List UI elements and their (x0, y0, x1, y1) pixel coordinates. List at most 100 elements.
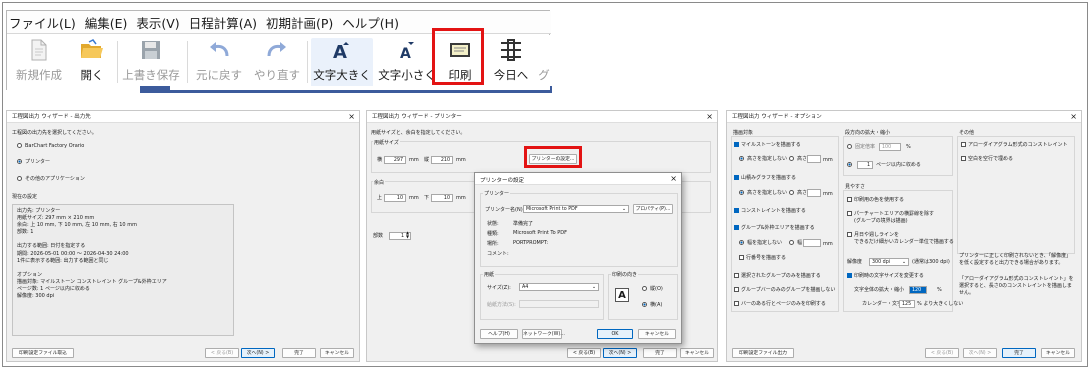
close-icon[interactable]: × (1070, 112, 1077, 123)
size-select[interactable]: A4 ⌄ (519, 283, 599, 291)
menu-view[interactable]: 表示(V) (136, 13, 179, 32)
bars-pages-checkbox[interactable]: バーのある行とページのみを印刷する (734, 301, 826, 308)
menu-help[interactable]: ヘルプ(H) (342, 13, 399, 32)
print-colors-checkbox[interactable]: 印刷用の色を使用する (847, 197, 904, 204)
current-settings-text: 出力先: プリンター 用紙サイズ: 297 mm × 210 mm 余白: 上 10… (17, 208, 167, 300)
back-button[interactable]: < 戻る(B) (205, 348, 239, 358)
calendar-text-note: % より大きくしない (917, 301, 964, 307)
printer-settings-dialog: プリンターの設定 × プリンター プリンター名(N): Microsoft Pr… (474, 172, 682, 344)
cancel-button[interactable]: キャンセル (1041, 348, 1075, 358)
cancel-button[interactable]: キャンセル (638, 329, 676, 339)
current-settings-line: 解像度: 300 dpi (17, 293, 55, 300)
blank-rows-checkbox[interactable]: 空白を空行で埋める (961, 156, 1013, 163)
font-larger-button[interactable]: A 文字大きく (311, 38, 373, 88)
today-icon (501, 39, 521, 61)
close-icon[interactable]: × (348, 112, 355, 123)
margin-top-input[interactable]: 10 (384, 194, 406, 202)
menu-schedule[interactable]: 日程計算(A) (189, 13, 257, 32)
row-number-checkbox[interactable]: 行番号を描画する (739, 255, 786, 262)
constraint-label: コンストレイントを描画する (741, 208, 806, 214)
milestone-height[interactable]: 高さ (789, 156, 807, 163)
cancel-button[interactable]: キャンセル (320, 348, 354, 358)
finish-button[interactable]: 完了 (282, 348, 316, 358)
portrait-option[interactable]: 縦(O) (642, 285, 663, 292)
checkbox-icon (734, 273, 739, 278)
finish-button[interactable]: 完了 (1002, 348, 1036, 358)
milestone-height-input[interactable] (807, 155, 821, 163)
copies-spin-icon[interactable]: ▲ ▼ (406, 231, 409, 239)
next-button[interactable]: 次へ(N) > (963, 348, 997, 358)
status-value: 準備完了 (513, 221, 534, 227)
next-button[interactable]: 次へ(N) > (241, 348, 275, 358)
close-icon[interactable]: × (706, 112, 713, 123)
option-label: BarChart Factory Orario (25, 143, 85, 149)
source-select[interactable] (519, 300, 599, 308)
month-line-checkbox[interactable]: 月日や週しラインを (847, 232, 899, 239)
selected-group-checkbox[interactable]: 選択されたグループのみを描画する (734, 273, 821, 280)
ok-button[interactable]: OK (597, 329, 633, 339)
partial-chart-checkbox[interactable]: パーチャートエリアの横罫線を除す (847, 211, 934, 218)
group-bars-only-checkbox[interactable]: グループバーのみのグループを描画しない (734, 287, 835, 294)
option-printer[interactable]: プリンター (17, 159, 50, 166)
new-file-button[interactable]: 新規作成 (11, 38, 67, 88)
arrow-constraint-checkbox[interactable]: アローダイアグラム形式のコンストレイント (961, 142, 1068, 149)
undo-button[interactable]: 元に戻す (193, 38, 245, 88)
fit-pages-option[interactable] (847, 162, 855, 169)
text-scale-input[interactable]: 120 (909, 286, 927, 294)
mountain-height[interactable]: 高さ (789, 190, 807, 197)
option-other-app[interactable]: その他のアプリケーション (17, 176, 85, 183)
group-no-width[interactable]: 幅を指定しない (739, 240, 782, 247)
checkbox-icon (961, 142, 966, 147)
milestone-checkbox[interactable]: マイルストーンを描画する (734, 142, 801, 149)
close-icon[interactable]: × (670, 174, 677, 183)
group-width-input[interactable] (803, 239, 821, 247)
resolution-select[interactable]: 300 dpi ⌄ (869, 258, 909, 266)
fixed-ratio-input[interactable]: 100 (879, 143, 901, 151)
milestone-no-height[interactable]: 高さを指定しない (739, 156, 787, 163)
fixed-ratio-label: 固定倍率 (855, 144, 876, 150)
menu-file[interactable]: ファイル(L) (9, 13, 76, 32)
printer-name-select[interactable]: Microsoft Print to PDF ⌄ (523, 205, 629, 213)
fit-pages-input[interactable]: 1 (857, 161, 873, 169)
menu-initial-plan[interactable]: 初期計画(P) (266, 13, 333, 32)
export-settings-button[interactable]: 印刷設定ファイル出力 (732, 348, 794, 358)
option-barchart[interactable]: BarChart Factory Orario (17, 143, 84, 150)
back-button[interactable]: < 戻る(B) (567, 348, 601, 358)
next-button[interactable]: 次へ(N) > (603, 348, 637, 358)
orientation-group-label: 印刷の向き (611, 271, 639, 278)
arrow-constraint-label: アローダイアグラム形式のコンストレイント (968, 142, 1068, 148)
constraint-checkbox[interactable]: コンストレイントを描画する (734, 208, 806, 215)
dialog-prompt: 工程図の出力先を選択してください。 (12, 130, 97, 136)
save-button[interactable]: 上書き保存 (121, 38, 181, 88)
margin-bottom-input[interactable]: 10 (431, 194, 453, 202)
mountain-no-height[interactable]: 高さを指定しない (739, 190, 787, 197)
back-button[interactable]: < 戻る(B) (925, 348, 959, 358)
checkbox-icon (734, 287, 739, 292)
dialog-title: プリンターの設定 (475, 173, 681, 185)
today-button[interactable]: 今日へ (489, 38, 533, 88)
landscape-option[interactable]: 横(A) (642, 301, 662, 308)
dialog-title: 工程図出力 ウィザード - プリンター (367, 111, 717, 123)
group-width[interactable]: 幅 (789, 240, 802, 247)
copies-label: 部数 (373, 233, 384, 239)
font-smaller-button[interactable]: A 文字小さく (377, 38, 437, 88)
calendar-text-input[interactable]: 125 (899, 300, 915, 308)
text-scale-checkbox[interactable]: 印刷時の文字サイズを変更する (847, 273, 924, 280)
load-settings-button[interactable]: 印刷設定ファイル取込 (12, 348, 74, 358)
properties-button[interactable]: プロパティ(P)... (633, 204, 673, 214)
height-input[interactable]: 210 (431, 156, 453, 164)
mountain-height-input[interactable] (807, 189, 821, 197)
group-area-checkbox[interactable]: グループ&外枠エリアを描画する (734, 225, 815, 232)
width-input[interactable]: 297 (384, 156, 406, 164)
cancel-button[interactable]: キャンセル (680, 348, 714, 358)
redo-button[interactable]: やり直す (251, 38, 303, 88)
finish-button[interactable]: 完了 (643, 348, 677, 358)
fixed-ratio-option[interactable]: 固定倍率 (847, 144, 875, 151)
network-button[interactable]: ネットワーク(W)... (522, 329, 565, 339)
menu-edit[interactable]: 編集(E) (85, 13, 128, 32)
mountain-checkbox[interactable]: 山積みグラフを描画する (734, 175, 796, 182)
radio-selected-icon (739, 156, 744, 161)
open-button[interactable]: 開く (71, 38, 113, 88)
toolbar-more-button[interactable]: グ (537, 38, 551, 88)
help-button[interactable]: ヘルプ(H) (480, 329, 518, 339)
